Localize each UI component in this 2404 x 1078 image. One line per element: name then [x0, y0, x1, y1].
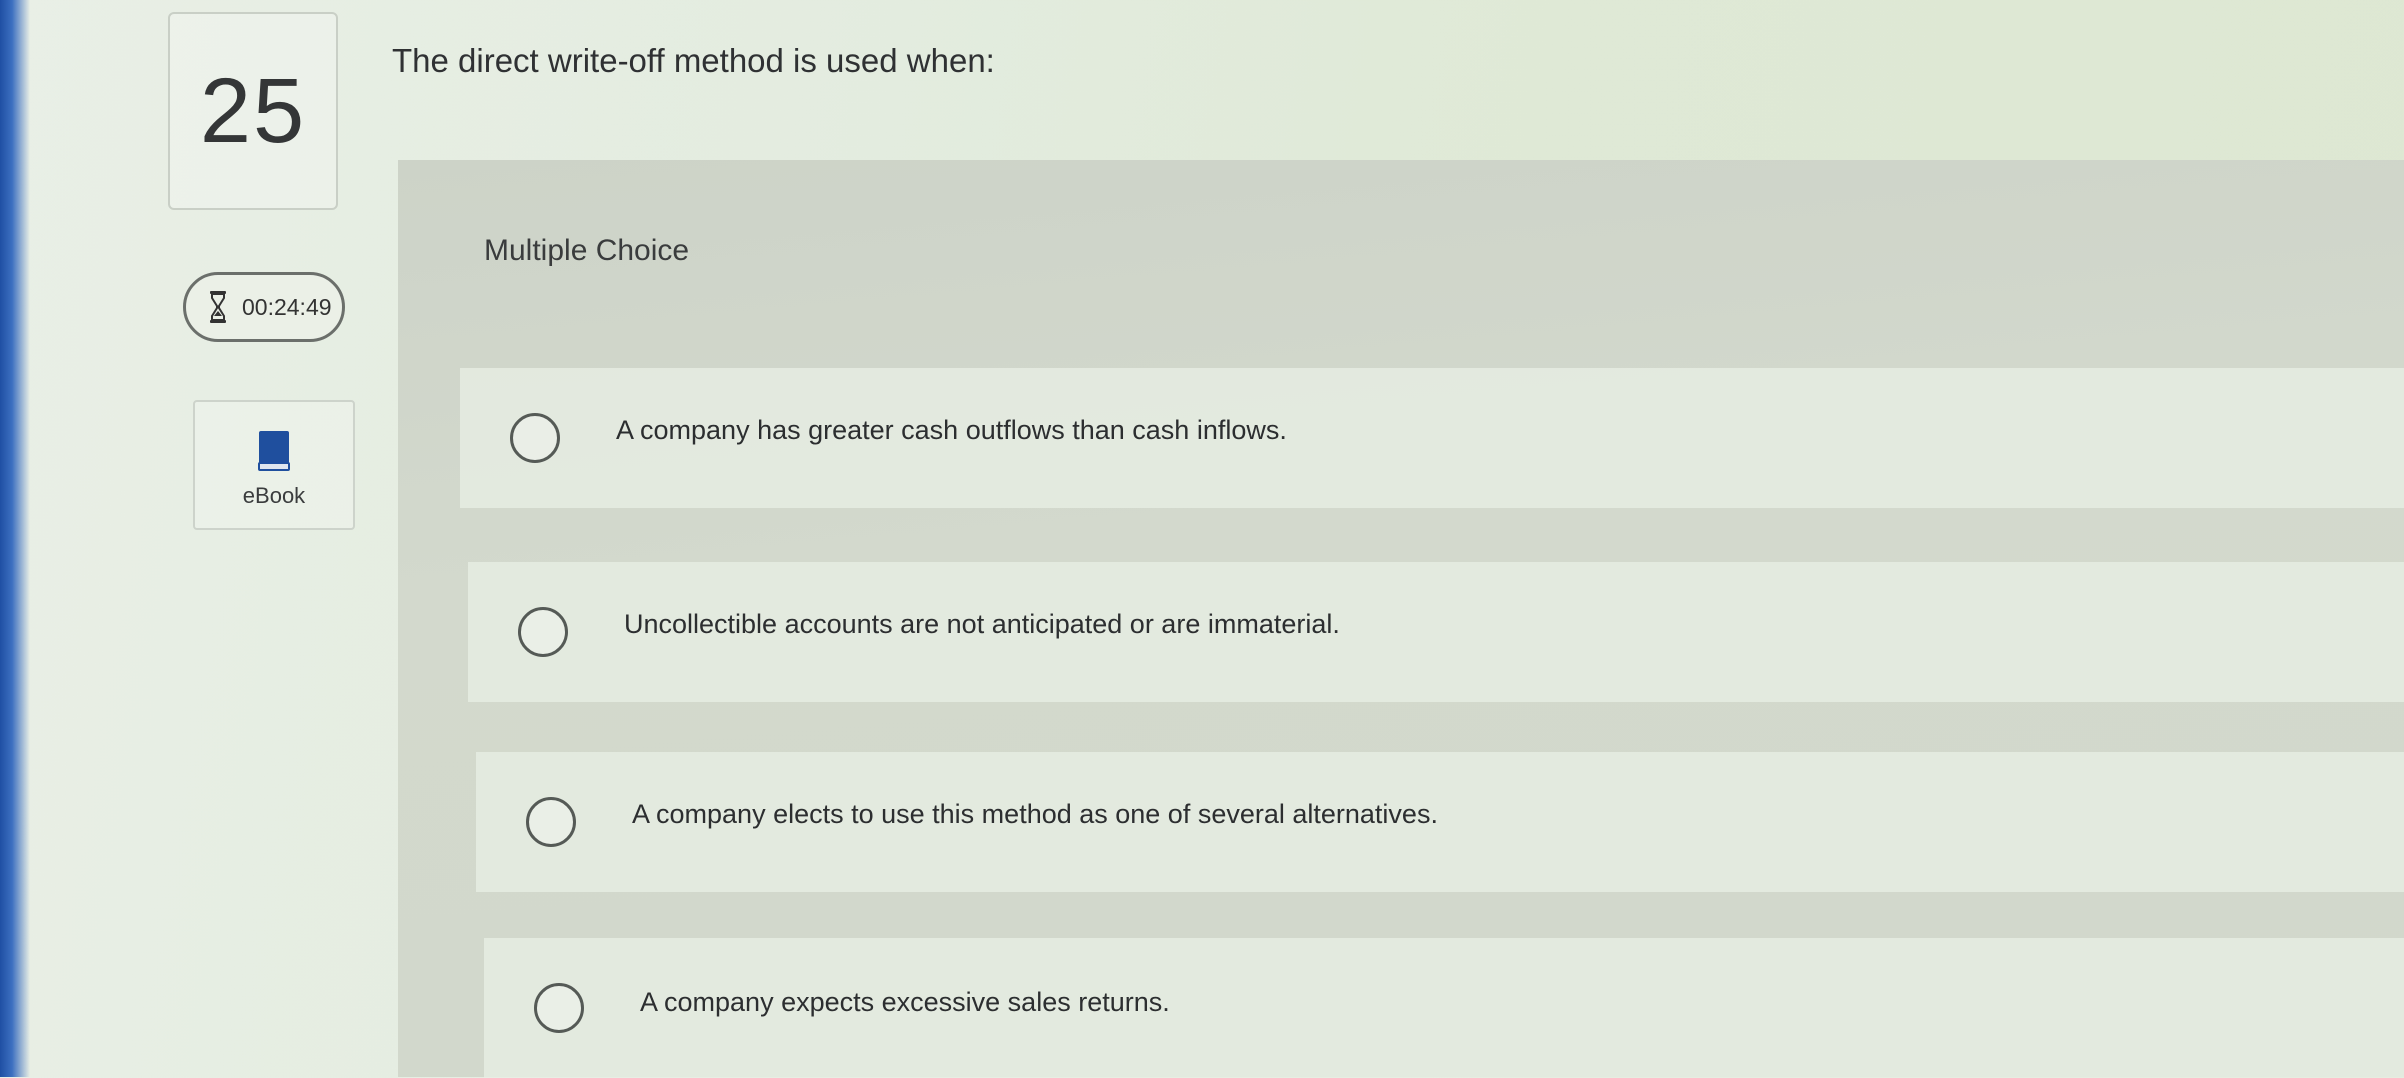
ebook-label: eBook — [242, 483, 306, 508]
book-icon — [258, 431, 290, 471]
timer-badge[interactable]: 00:24:49 — [183, 272, 345, 342]
hourglass-icon — [210, 291, 226, 323]
answer-option[interactable]: A company expects excessive sales return… — [484, 938, 2404, 1078]
answer-option[interactable]: A company elects to use this method as o… — [476, 752, 2404, 892]
answer-option[interactable]: A company has greater cash outflows than… — [460, 368, 2404, 508]
radio-button[interactable] — [510, 413, 560, 463]
answer-type-label: Multiple Choice — [484, 234, 690, 267]
radio-button[interactable] — [526, 797, 576, 847]
answer-option-label: A company elects to use this method as o… — [632, 798, 1438, 829]
answer-option-label: A company expects excessive sales return… — [640, 986, 1170, 1017]
radio-button[interactable] — [518, 607, 568, 657]
question-text: The direct write-off method is used when… — [392, 42, 995, 79]
radio-button[interactable] — [534, 983, 584, 1033]
answer-option-label: A company has greater cash outflows than… — [616, 414, 1287, 445]
question-number-box: 25 — [168, 12, 338, 210]
left-edge-bar — [0, 0, 30, 1077]
answer-option-label: Uncollectible accounts are not anticipat… — [624, 608, 1340, 639]
timer-value: 00:24:49 — [242, 293, 332, 320]
answer-option[interactable]: Uncollectible accounts are not anticipat… — [468, 562, 2404, 702]
ebook-button[interactable]: eBook — [193, 400, 355, 530]
question-number: 25 — [199, 59, 307, 162]
